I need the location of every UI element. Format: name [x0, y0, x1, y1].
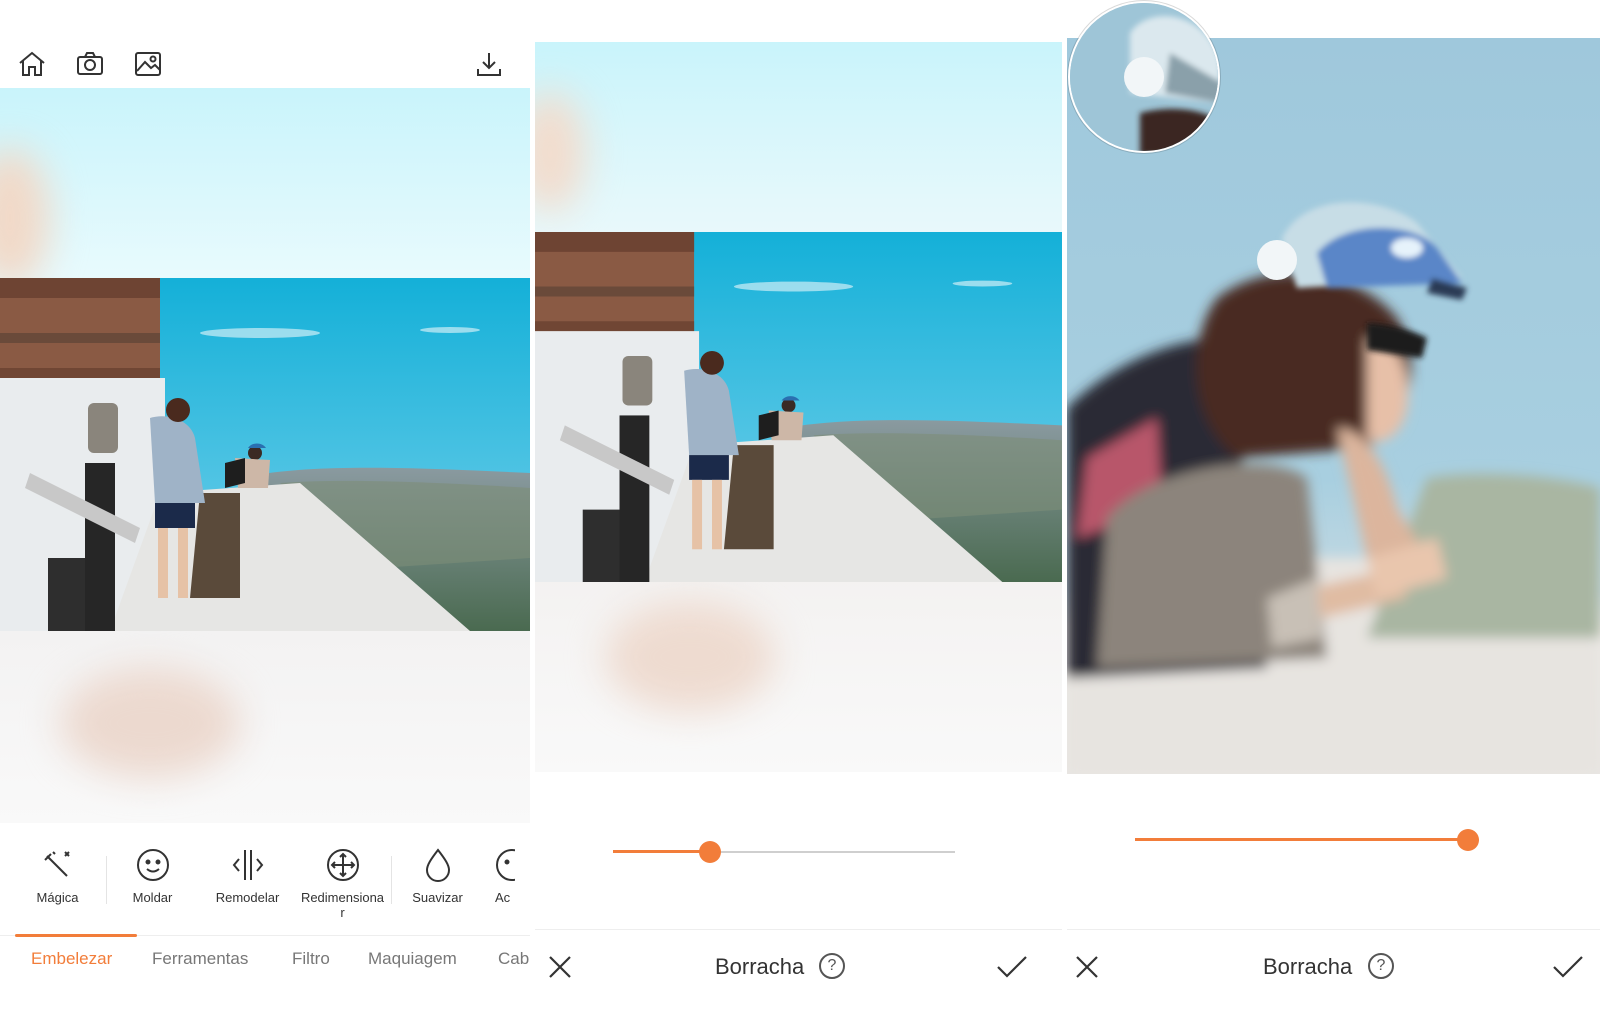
blurred-background-fill: [60, 668, 240, 778]
slider-thumb[interactable]: [699, 841, 721, 863]
brush-size-slider[interactable]: [613, 840, 955, 864]
screen-title: Borracha: [1263, 954, 1353, 979]
beautify-screen: Mágica Moldar Remodelar Redimensionar Su…: [0, 0, 530, 1014]
resize-icon: [326, 849, 359, 881]
tool-magic[interactable]: Mágica: [10, 846, 105, 926]
divider: [391, 856, 392, 904]
blurred-background-fill: [0, 148, 50, 288]
tool-shape[interactable]: Moldar: [105, 846, 200, 926]
close-icon[interactable]: [543, 950, 577, 984]
tool-label: Redimensionar: [300, 890, 385, 920]
magnifier-loupe: [1068, 1, 1220, 153]
tab-tools[interactable]: Ferramentas: [152, 949, 248, 969]
tab-beautify[interactable]: Embelezar: [31, 949, 112, 969]
blurred-background-fill: [535, 92, 585, 212]
tool-row: Mágica Moldar Remodelar Redimensionar Su…: [10, 846, 515, 926]
close-icon[interactable]: [1070, 950, 1104, 984]
tab-filter[interactable]: Filtro: [292, 949, 330, 969]
drop-icon: [425, 848, 450, 882]
magic-wand-icon: [43, 851, 70, 877]
eraser-screen: Borracha ?: [535, 0, 1062, 1014]
tool-label: Ac: [495, 890, 511, 905]
photo-canvas[interactable]: [0, 88, 530, 823]
reshape-icon: [232, 850, 263, 880]
divider: [106, 856, 107, 904]
category-tabs: Embelezar Ferramentas Filtro Maquiagem C…: [0, 934, 530, 983]
tool-smooth[interactable]: Suavizar: [390, 846, 485, 926]
photo-image: [0, 278, 530, 631]
active-tab-indicator: [15, 934, 137, 937]
tool-resize[interactable]: Redimensionar: [295, 846, 390, 926]
gallery-icon[interactable]: [132, 48, 164, 80]
tool-reshape[interactable]: Remodelar: [200, 846, 295, 926]
partial-icon: [496, 849, 515, 881]
home-icon[interactable]: [16, 48, 48, 80]
tab-hair[interactable]: Cab: [498, 949, 529, 969]
tab-makeup[interactable]: Maquiagem: [368, 949, 457, 969]
tool-partial[interactable]: Ac: [485, 846, 515, 926]
blurred-background-fill: [605, 602, 775, 712]
slider-fill: [613, 850, 710, 853]
face-icon: [136, 849, 169, 881]
tool-label: Remodelar: [215, 890, 280, 905]
help-icon[interactable]: ?: [1368, 953, 1394, 979]
download-icon[interactable]: [473, 48, 505, 80]
camera-icon[interactable]: [74, 48, 106, 80]
photo-image: [535, 232, 1062, 582]
bottom-bar: Borracha ?: [1067, 929, 1600, 1014]
bottom-bar: Borracha ?: [535, 929, 1062, 1014]
check-icon[interactable]: [1551, 950, 1585, 984]
check-icon[interactable]: [995, 950, 1029, 984]
tool-label: Moldar: [132, 890, 173, 905]
tool-label: Suavizar: [412, 890, 463, 905]
screen-title: Borracha: [715, 954, 805, 979]
photo-canvas[interactable]: [535, 42, 1062, 772]
tool-label: Mágica: [36, 890, 79, 905]
brush-size-slider[interactable]: [1135, 828, 1479, 852]
slider-thumb[interactable]: [1457, 829, 1479, 851]
eraser-zoom-screen: Borracha ?: [1067, 0, 1600, 1014]
slider-fill: [1135, 838, 1468, 841]
help-icon[interactable]: ?: [819, 953, 845, 979]
